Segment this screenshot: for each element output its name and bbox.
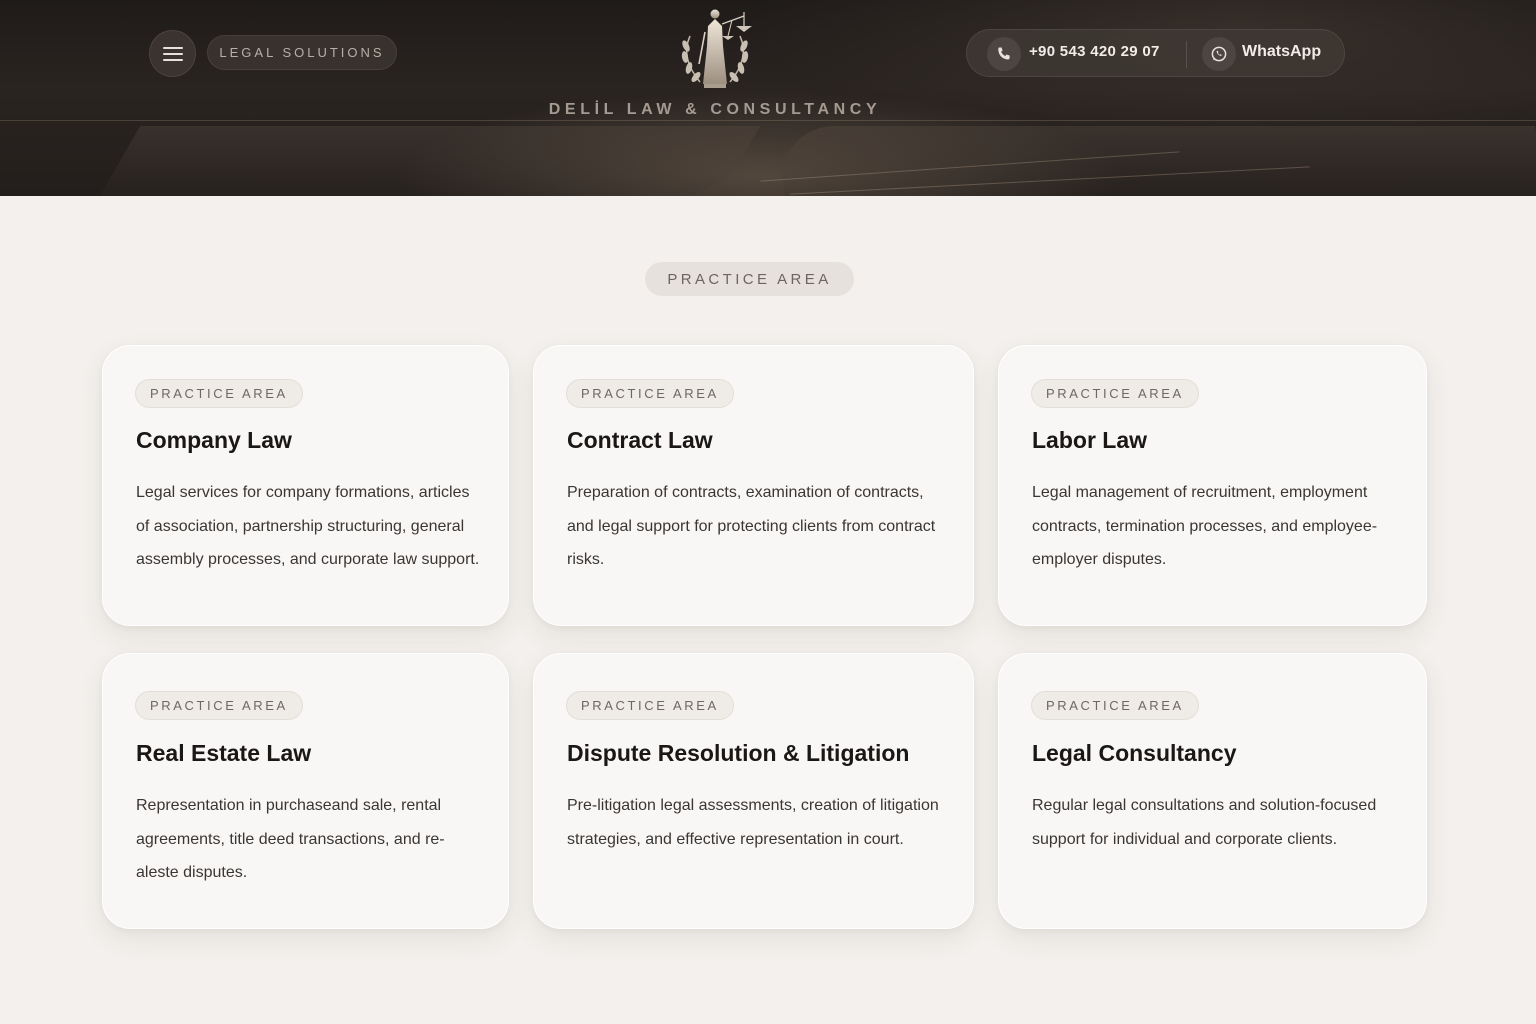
card-description: Representation in purchaseand sale, rent… xyxy=(136,797,445,881)
legal-solutions-badge: LEGAL SOLUTIONS xyxy=(207,35,397,70)
card-description: Regular legal consultations and solution… xyxy=(1032,797,1377,848)
card-description: Preparation of contracts, examination of… xyxy=(567,484,936,568)
practice-card-legal-consultancy[interactable]: PRACTICE AREA Legal Consultancy Regular … xyxy=(998,653,1427,929)
practice-card-real-estate-law[interactable]: PRACTICE AREA Real Estate Law Representa… xyxy=(102,653,509,929)
site-header: LEGAL SOLUTIONS DELİL LAW & CONSULTANCY … xyxy=(0,0,1536,196)
card-title[interactable]: Dispute Resolution & Litigation xyxy=(567,740,909,767)
header-divider xyxy=(0,120,1536,121)
hero-background-book-left xyxy=(99,126,761,196)
hamburger-menu-icon xyxy=(162,46,183,61)
card-tag: PRACTICE AREA xyxy=(1031,379,1199,408)
lady-justice-emblem-icon xyxy=(681,9,752,88)
practice-card-company-law[interactable]: PRACTICE AREA Company Law Legal services… xyxy=(102,345,509,626)
card-description: Legal management of recruitment, employm… xyxy=(1032,484,1378,568)
card-title[interactable]: Real Estate Law xyxy=(136,740,311,767)
section-badge-practice-area: PRACTICE AREA xyxy=(645,262,854,296)
brand-name[interactable]: DELİL LAW & CONSULTANCY xyxy=(540,101,890,119)
hero-background-book-right xyxy=(775,126,1536,196)
card-tag: PRACTICE AREA xyxy=(135,691,303,720)
card-description: Pre-litigation legal assessments, creati… xyxy=(567,797,939,848)
card-title[interactable]: Contract Law xyxy=(567,427,713,454)
practice-card-contract-law[interactable]: PRACTICE AREA Contract Law Preparation o… xyxy=(533,345,974,626)
menu-button[interactable] xyxy=(149,30,196,77)
phone-icon[interactable] xyxy=(987,37,1021,71)
card-title[interactable]: Labor Law xyxy=(1032,427,1147,454)
contact-bar: +90 543 420 29 07 WhatsApp xyxy=(966,29,1345,77)
card-tag: PRACTICE AREA xyxy=(566,379,734,408)
phone-number-link[interactable]: +90 543 420 29 07 xyxy=(1029,43,1160,60)
card-description: Legal services for company formations, a… xyxy=(136,484,480,568)
card-title[interactable]: Legal Consultancy xyxy=(1032,740,1236,767)
card-tag: PRACTICE AREA xyxy=(135,379,303,408)
card-title[interactable]: Company Law xyxy=(136,427,292,454)
practice-card-labor-law[interactable]: PRACTICE AREA Labor Law Legal management… xyxy=(998,345,1427,626)
card-tag: PRACTICE AREA xyxy=(566,691,734,720)
whatsapp-link[interactable]: WhatsApp xyxy=(1242,43,1321,61)
practice-card-dispute-resolution[interactable]: PRACTICE AREA Dispute Resolution & Litig… xyxy=(533,653,974,929)
card-tag: PRACTICE AREA xyxy=(1031,691,1199,720)
whatsapp-icon[interactable] xyxy=(1202,37,1236,71)
contact-separator xyxy=(1186,41,1187,68)
